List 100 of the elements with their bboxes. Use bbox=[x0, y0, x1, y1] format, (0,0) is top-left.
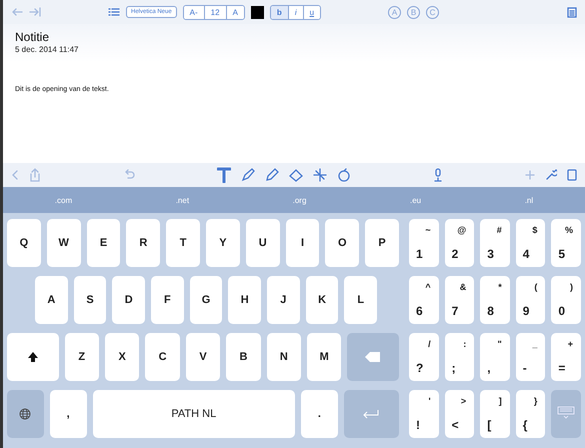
key-alt-symbol: / bbox=[428, 339, 431, 349]
backspace-key[interactable] bbox=[347, 333, 400, 381]
key[interactable]: U bbox=[246, 219, 280, 267]
key[interactable]: L bbox=[344, 276, 378, 324]
key-alt-symbol: ( bbox=[534, 282, 538, 292]
key[interactable]: 5 % bbox=[551, 219, 581, 267]
key-symbol: ! bbox=[416, 418, 420, 432]
key[interactable]: ! ' bbox=[409, 390, 439, 438]
key[interactable]: D bbox=[112, 276, 146, 324]
key-alt-symbol: @ bbox=[457, 225, 466, 235]
key-symbol: [ bbox=[487, 418, 492, 432]
key[interactable]: { } bbox=[516, 390, 546, 438]
key[interactable]: T bbox=[166, 219, 200, 267]
key[interactable]: W bbox=[46, 219, 81, 267]
key[interactable]: 3 # bbox=[480, 219, 510, 267]
key-alt-symbol: ^ bbox=[425, 282, 431, 292]
key-alt-symbol: } bbox=[534, 396, 538, 406]
key-alt-symbol: $ bbox=[532, 225, 538, 235]
key[interactable]: X bbox=[105, 333, 140, 381]
key[interactable]: K bbox=[306, 276, 338, 324]
list-icon[interactable] bbox=[108, 7, 120, 17]
shift-arrow-icon bbox=[26, 351, 39, 363]
key[interactable]: Y bbox=[206, 219, 240, 267]
key[interactable]: E bbox=[86, 219, 120, 267]
key-alt-symbol: # bbox=[496, 225, 502, 235]
key[interactable]: S bbox=[74, 276, 106, 324]
key[interactable]: < > bbox=[444, 390, 474, 438]
key-alt-symbol: & bbox=[460, 282, 466, 292]
pen-icon[interactable] bbox=[265, 168, 279, 182]
key[interactable]: F bbox=[151, 276, 184, 324]
key-symbol: ? bbox=[416, 361, 424, 375]
font-size-button[interactable]: A- bbox=[184, 6, 205, 18]
key-symbol: ; bbox=[452, 361, 456, 375]
key-symbol: < bbox=[452, 418, 459, 432]
microphone-icon[interactable] bbox=[433, 168, 443, 182]
key[interactable]: M bbox=[307, 333, 342, 381]
backspace-icon bbox=[365, 352, 382, 362]
key[interactable]: I bbox=[286, 219, 320, 267]
key[interactable]: 8 * bbox=[480, 276, 510, 324]
key-alt-symbol: ~ bbox=[425, 225, 431, 235]
key-symbol: 5 bbox=[558, 247, 566, 261]
key[interactable]: , " bbox=[480, 333, 510, 381]
key-symbol: 2 bbox=[452, 247, 458, 261]
key[interactable]: ; : bbox=[444, 333, 474, 381]
key[interactable]: N bbox=[266, 333, 302, 381]
key[interactable]: [ ] bbox=[480, 390, 510, 438]
key[interactable]: 4 $ bbox=[516, 219, 546, 267]
document-icon[interactable] bbox=[567, 6, 577, 18]
key[interactable]: = + bbox=[551, 333, 581, 381]
key[interactable]: C bbox=[145, 333, 180, 381]
key-symbol: , bbox=[487, 361, 491, 375]
key[interactable]: ? / bbox=[409, 333, 439, 381]
key-alt-symbol: : bbox=[463, 339, 466, 349]
keyboard-icon bbox=[557, 406, 576, 420]
page-icon[interactable] bbox=[567, 169, 577, 181]
key[interactable]: - _ bbox=[516, 333, 546, 381]
key-symbol: 7 bbox=[452, 304, 458, 318]
key-symbol: 4 bbox=[522, 247, 530, 261]
key[interactable]: 6 ^ bbox=[409, 276, 439, 324]
key-alt-symbol: ) bbox=[570, 282, 573, 292]
key-symbol: 0 bbox=[558, 304, 566, 318]
key-alt-symbol: * bbox=[498, 282, 502, 292]
key-alt-symbol: > bbox=[460, 396, 466, 406]
key-alt-symbol: " bbox=[498, 339, 502, 349]
key[interactable]: . bbox=[301, 390, 338, 438]
color-swatch[interactable] bbox=[250, 6, 264, 18]
key-symbol: 9 bbox=[522, 304, 530, 318]
space-key[interactable]: PATH NL bbox=[92, 390, 295, 438]
key[interactable]: 0 ) bbox=[551, 276, 581, 324]
key[interactable]: 7 & bbox=[444, 276, 474, 324]
key[interactable]: Z bbox=[64, 333, 99, 381]
key[interactable]: Q bbox=[7, 219, 41, 267]
key[interactable]: J bbox=[267, 276, 300, 324]
key[interactable]: 9 ( bbox=[516, 276, 546, 324]
return-icon bbox=[362, 409, 380, 419]
key-symbol: 8 bbox=[487, 304, 494, 318]
globe-icon bbox=[19, 408, 32, 420]
key-alt-symbol: _ bbox=[532, 339, 538, 349]
key[interactable]: G bbox=[190, 276, 222, 324]
key-symbol: 3 bbox=[487, 247, 494, 261]
text-tool-icon[interactable] bbox=[217, 167, 231, 183]
key[interactable]: B bbox=[226, 333, 261, 381]
key[interactable]: H bbox=[228, 276, 262, 324]
key-alt-symbol: + bbox=[568, 339, 573, 349]
key[interactable]: 1 ~ bbox=[409, 219, 439, 267]
key[interactable]: , bbox=[50, 390, 87, 438]
key[interactable]: P bbox=[365, 219, 399, 267]
key-symbol: - bbox=[522, 361, 527, 375]
key-symbol: = bbox=[558, 361, 566, 375]
pencil-icon[interactable] bbox=[241, 168, 255, 182]
key[interactable]: 2 @ bbox=[444, 219, 474, 267]
key-alt-symbol: ' bbox=[428, 396, 431, 406]
key-alt-symbol: ] bbox=[498, 396, 502, 406]
eraser-icon[interactable] bbox=[289, 168, 303, 182]
note-date: 5 dec. 2014 11:47 bbox=[15, 45, 80, 54]
key[interactable]: R bbox=[126, 219, 160, 267]
key[interactable]: V bbox=[186, 333, 220, 381]
key[interactable]: O bbox=[325, 219, 360, 267]
globe-key[interactable] bbox=[7, 390, 44, 438]
key[interactable]: A bbox=[35, 276, 68, 324]
